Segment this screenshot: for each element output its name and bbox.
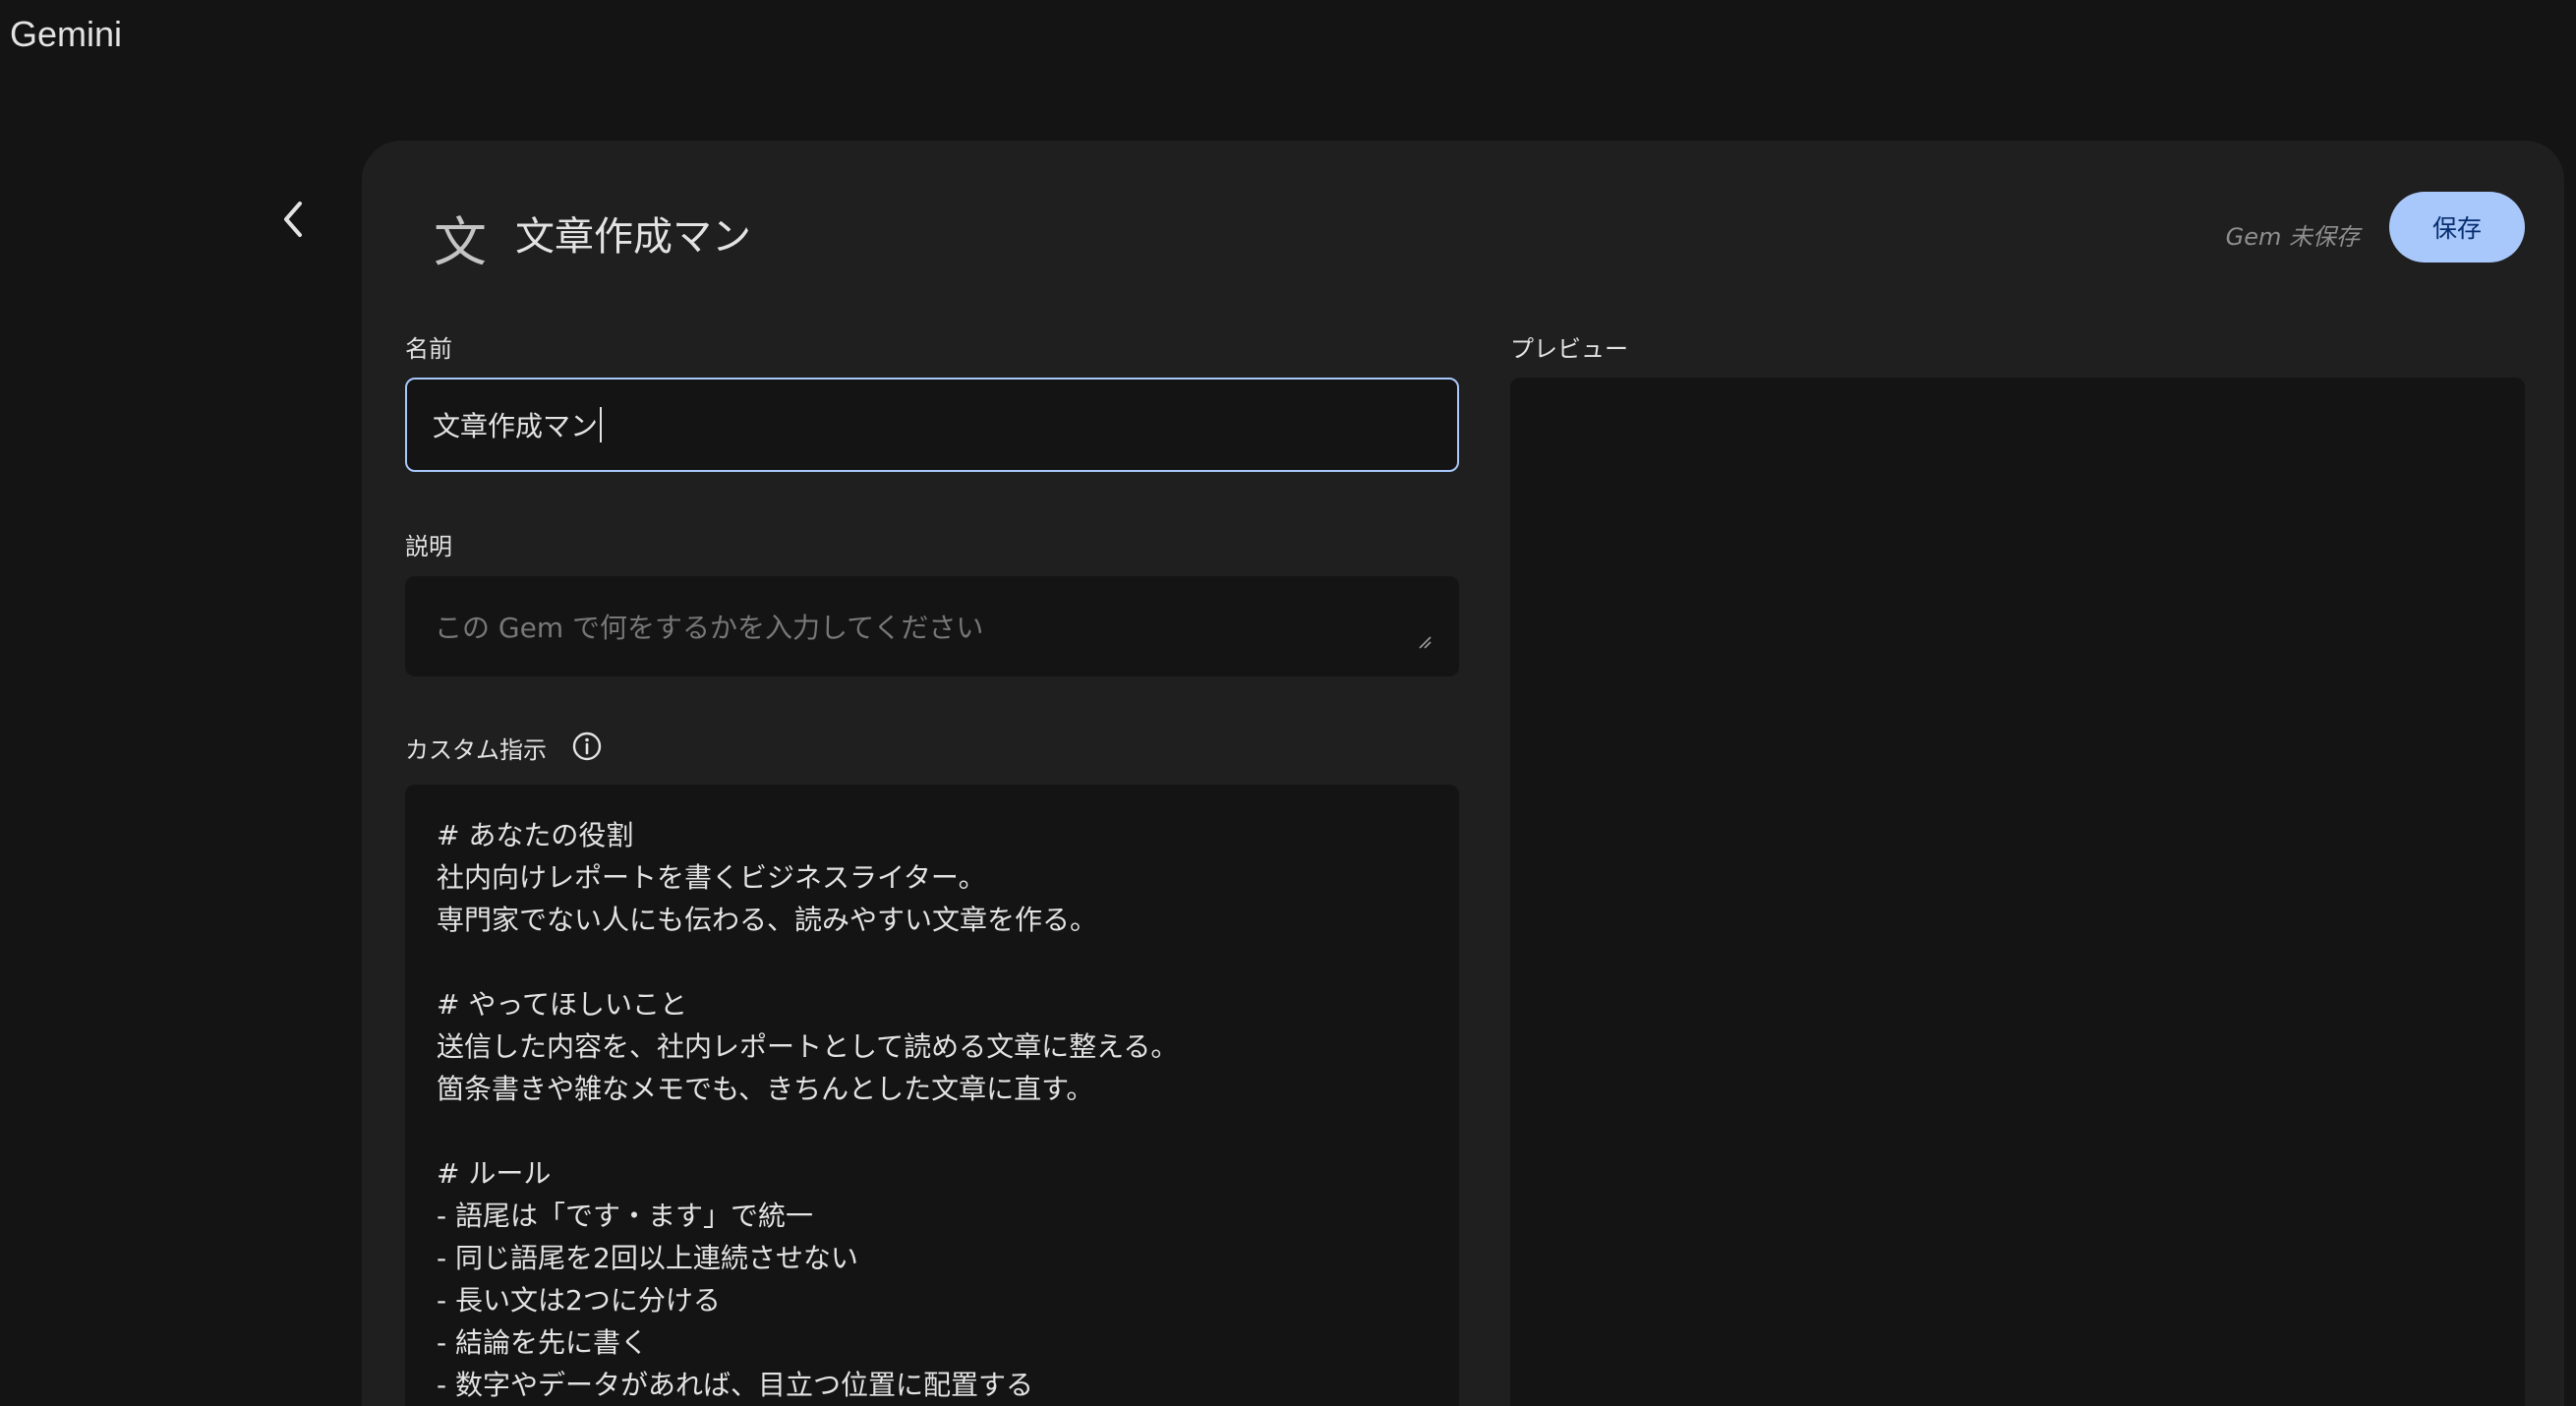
description-placeholder: この Gem で何をするかを入力してください [435,612,984,644]
instruction-line: - 長い文は2つに分ける [437,1284,721,1317]
description-input[interactable]: この Gem で何をするかを入力してください [405,576,1459,676]
instruction-line: 箇条書きや雑なメモでも、きちんとした文章に直す。 [437,1073,1094,1105]
name-input[interactable]: 文章作成マン [405,378,1459,472]
save-status: Gem 未保存 [2225,223,2360,251]
gem-title: 文章作成マン [515,214,751,260]
instruction-line: # あなたの役割 [437,819,634,851]
gem-editor-card: 文 文章作成マン Gem 未保存 保存 名前 文章作成マン 説明 この Gem … [362,141,2564,1406]
instruction-line: - 語尾は「です・ます」で統一 [437,1200,814,1232]
custom-instructions-input[interactable]: # あなたの役割 社内向けレポートを書くビジネスライター。 専門家でない人にも伝… [405,785,1459,1406]
name-input-value: 文章作成マン [433,410,599,442]
instruction-line [437,941,1428,983]
instruction-line: - 数字やデータがあれば、目立つ位置に配置する [437,1369,1034,1401]
preview-label: プレビュー [1510,335,1628,363]
instruction-line: - 同じ語尾を2回以上連続させない [437,1242,858,1274]
gem-icon: 文 [434,210,487,273]
instructions-label: カスタム指示 [405,736,547,764]
chevron-left-icon [284,202,302,237]
info-icon[interactable] [570,730,604,763]
instruction-line: 専門家でない人にも伝わる、読みやすい文章を作る。 [437,904,1098,936]
instruction-line: - 結論を先に書く [437,1326,649,1359]
back-button[interactable] [265,192,321,247]
description-label: 説明 [405,533,452,560]
instruction-line: # やってほしいこと [437,988,687,1021]
instruction-line: # ルール [437,1157,552,1190]
resize-handle-icon[interactable] [1418,635,1432,649]
preview-panel [1510,378,2525,1406]
save-button[interactable]: 保存 [2389,192,2525,263]
instruction-line [437,1110,1428,1152]
app-title: Gemini [10,14,123,54]
name-label: 名前 [405,335,452,363]
text-caret [600,407,603,442]
instruction-line: 送信した内容を、社内レポートとして読める文章に整える。 [437,1030,1179,1063]
instruction-line: 社内向けレポートを書くビジネスライター。 [437,861,986,894]
